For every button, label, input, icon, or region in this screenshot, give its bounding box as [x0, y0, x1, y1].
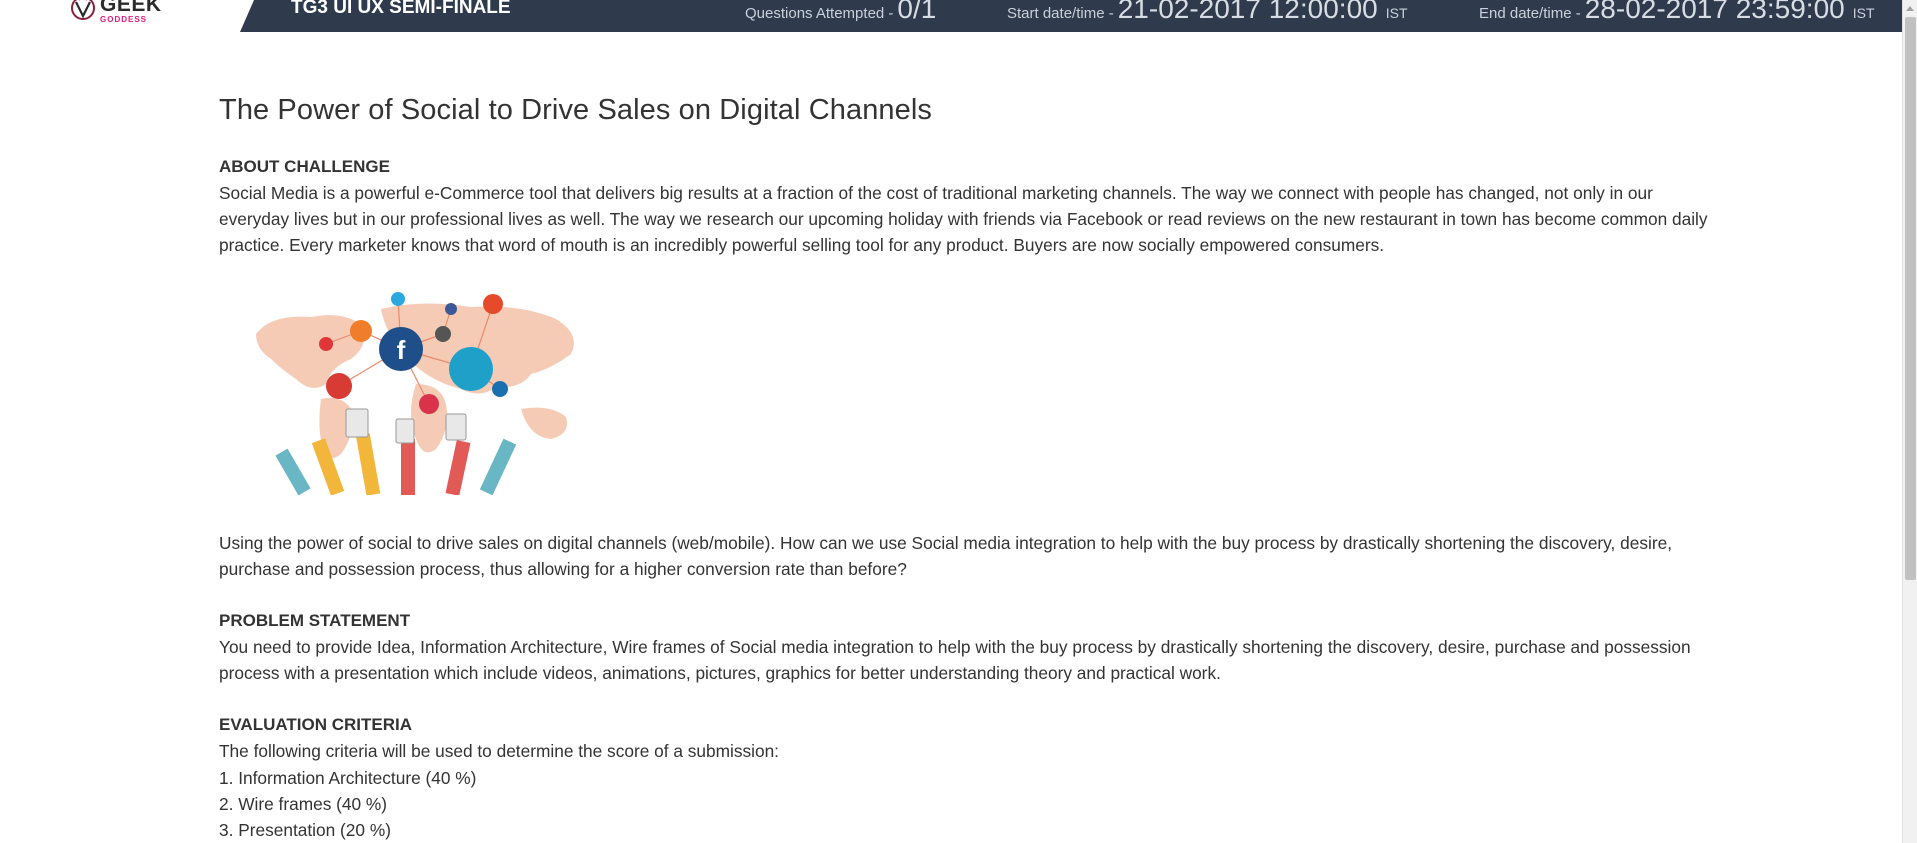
end-datetime-value: 28-02-2017 23:59:00 [1584, 0, 1845, 24]
logo-sub-text: GODDESS [100, 15, 148, 24]
end-datetime-label: End date/time - [1479, 5, 1581, 22]
logo-area: GEEK GODDESS [0, 0, 240, 32]
svg-text:f: f [397, 335, 406, 365]
criteria-item: 2. Wire frames (40 %) [219, 793, 388, 814]
about-challenge-heading: ABOUT CHALLENGE [219, 157, 390, 176]
questions-attempted-label: Questions Attempted - [745, 5, 894, 22]
questions-attempted-value: 0/1 [897, 0, 937, 24]
about-challenge-text: Social Media is a powerful e-Commerce to… [219, 183, 1708, 256]
start-datetime-value: 21-02-2017 12:00:00 [1117, 0, 1378, 24]
start-timezone: IST [1385, 5, 1408, 21]
scrollbar-thumb[interactable] [1905, 17, 1916, 580]
start-datetime: Start date/time - 21-02-2017 12:00:00 IS… [1007, 0, 1408, 25]
problem-statement-text: You need to provide Idea, Information Ar… [219, 637, 1691, 684]
criteria-item: 3. Presentation (20 %) [219, 820, 391, 841]
challenge-title: The Power of Social to Drive Sales on Di… [219, 94, 933, 126]
start-datetime-label: Start date/time - [1007, 5, 1114, 22]
challenge-content: The Power of Social to Drive Sales on Di… [219, 90, 1719, 843]
evaluation-intro-text: The following criteria will be used to d… [219, 741, 779, 762]
logo-slant-divider [240, 0, 254, 32]
end-timezone: IST [1852, 5, 1875, 21]
geek-goddess-logo[interactable]: GEEK GODDESS [68, 0, 162, 24]
questions-attempted: Questions Attempted - 0/1 [745, 0, 936, 25]
social-media-map-image: f [256, 291, 574, 496]
evaluation-criteria-heading: EVALUATION CRITERIA [219, 715, 412, 735]
vertical-scrollbar[interactable] [1902, 0, 1917, 843]
end-datetime: End date/time - 28-02-2017 23:59:00 IST [1479, 0, 1875, 25]
scroll-up-arrow-icon[interactable] [1906, 6, 1914, 11]
goddess-mark-icon [71, 0, 95, 20]
contest-title: TG3 UI UX SEMI-FINALE [291, 0, 511, 18]
problem-statement-heading: PROBLEM STATEMENT [219, 611, 411, 631]
criteria-item: 1. Information Architecture (40 %) [219, 767, 477, 788]
challenge-question-text: Using the power of social to drive sales… [219, 532, 1673, 579]
logo-main-text: GEEK [100, 0, 162, 16]
top-header-bar: GEEK GODDESS TG3 UI UX SEMI-FINALE Quest… [0, 0, 1902, 32]
